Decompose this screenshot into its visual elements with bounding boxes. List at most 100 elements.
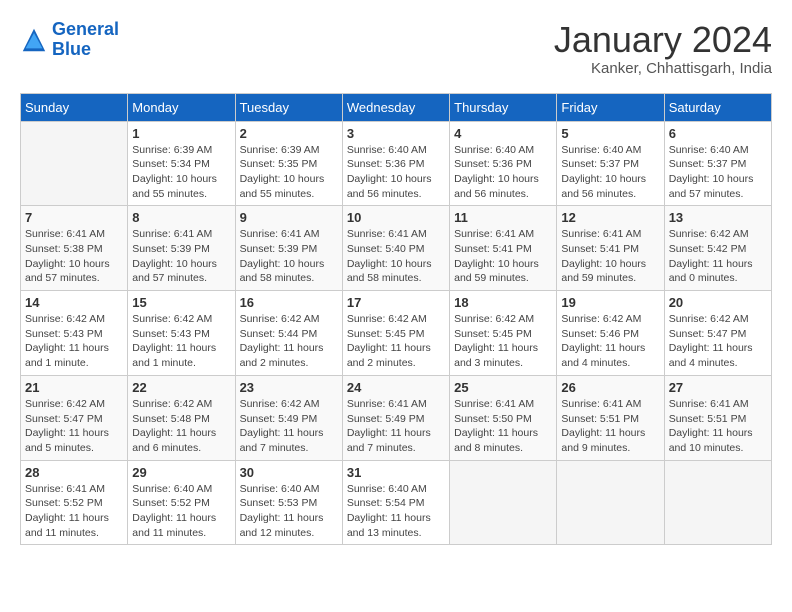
calendar-cell: 24Sunrise: 6:41 AMSunset: 5:49 PMDayligh… (342, 375, 449, 460)
day-info: Sunrise: 6:41 AMSunset: 5:49 PMDaylight:… (347, 397, 445, 456)
day-info: Sunrise: 6:40 AMSunset: 5:52 PMDaylight:… (132, 482, 230, 541)
day-number: 10 (347, 210, 445, 225)
calendar-cell: 19 Sunrise: 6:42 AMSunset: 5:46 PMDayligh… (557, 291, 664, 376)
location-subtitle: Kanker, Chhattisgarh, India (554, 60, 772, 77)
day-info: Sunrise: 6:40 AMSunset: 5:54 PMDaylight:… (347, 482, 445, 541)
header-wednesday: Wednesday (342, 93, 449, 121)
day-info: Sunrise: 6:41 AMSunset: 5:52 PMDaylight:… (25, 482, 123, 541)
calendar-cell: 22 Sunrise: 6:42 AMSunset: 5:48 PMDayligh… (128, 375, 235, 460)
day-info: Sunrise: 6:42 AMSunset: 5:44 PMDaylight:… (240, 312, 338, 371)
calendar-cell: 30Sunrise: 6:40 AMSunset: 5:53 PMDayligh… (235, 460, 342, 545)
day-info: Sunrise: 6:40 AMSunset: 5:36 PMDaylight:… (454, 143, 552, 202)
day-number: 17 (347, 295, 445, 310)
calendar-week-3: 14 Sunrise: 6:42 AMSunset: 5:43 PMDayligh… (21, 291, 772, 376)
day-number: 19 (561, 295, 659, 310)
page-header: General Blue January 2024 Kanker, Chhatt… (20, 20, 772, 77)
day-info: Sunrise: 6:42 AMSunset: 5:46 PMDaylight:… (561, 312, 659, 371)
calendar-cell: 1 Sunrise: 6:39 AMSunset: 5:34 PMDaylight… (128, 121, 235, 206)
calendar-cell: 10 Sunrise: 6:41 AMSunset: 5:40 PMDayligh… (342, 206, 449, 291)
calendar-cell: 27Sunrise: 6:41 AMSunset: 5:51 PMDayligh… (664, 375, 771, 460)
logo-line1: General (52, 19, 119, 39)
day-number: 12 (561, 210, 659, 225)
title-block: January 2024 Kanker, Chhattisgarh, India (554, 20, 772, 77)
calendar-week-5: 28 Sunrise: 6:41 AMSunset: 5:52 PMDayligh… (21, 460, 772, 545)
day-number: 5 (561, 126, 659, 141)
calendar-cell: 12 Sunrise: 6:41 AMSunset: 5:41 PMDayligh… (557, 206, 664, 291)
day-info: Sunrise: 6:41 AMSunset: 5:51 PMDaylight:… (561, 397, 659, 456)
day-number: 21 (25, 380, 123, 395)
calendar-cell: 3 Sunrise: 6:40 AMSunset: 5:36 PMDaylight… (342, 121, 449, 206)
calendar-cell: 25Sunrise: 6:41 AMSunset: 5:50 PMDayligh… (450, 375, 557, 460)
header-monday: Monday (128, 93, 235, 121)
day-number: 14 (25, 295, 123, 310)
calendar-cell: 11 Sunrise: 6:41 AMSunset: 5:41 PMDayligh… (450, 206, 557, 291)
day-number: 6 (669, 126, 767, 141)
day-info: Sunrise: 6:42 AMSunset: 5:45 PMDaylight:… (347, 312, 445, 371)
calendar-cell: 9 Sunrise: 6:41 AMSunset: 5:39 PMDaylight… (235, 206, 342, 291)
calendar-cell: 8 Sunrise: 6:41 AMSunset: 5:39 PMDaylight… (128, 206, 235, 291)
calendar-week-1: 1 Sunrise: 6:39 AMSunset: 5:34 PMDaylight… (21, 121, 772, 206)
calendar-cell (557, 460, 664, 545)
day-info: Sunrise: 6:42 AMSunset: 5:43 PMDaylight:… (25, 312, 123, 371)
header-friday: Friday (557, 93, 664, 121)
day-number: 11 (454, 210, 552, 225)
day-info: Sunrise: 6:40 AMSunset: 5:36 PMDaylight:… (347, 143, 445, 202)
day-number: 26 (561, 380, 659, 395)
calendar-cell: 13Sunrise: 6:42 AMSunset: 5:42 PMDayligh… (664, 206, 771, 291)
calendar-cell: 28 Sunrise: 6:41 AMSunset: 5:52 PMDayligh… (21, 460, 128, 545)
day-number: 8 (132, 210, 230, 225)
header-thursday: Thursday (450, 93, 557, 121)
day-info: Sunrise: 6:42 AMSunset: 5:49 PMDaylight:… (240, 397, 338, 456)
day-number: 9 (240, 210, 338, 225)
calendar-cell (450, 460, 557, 545)
day-number: 1 (132, 126, 230, 141)
day-number: 2 (240, 126, 338, 141)
logo-icon (20, 26, 48, 54)
day-info: Sunrise: 6:41 AMSunset: 5:40 PMDaylight:… (347, 227, 445, 286)
day-number: 29 (132, 465, 230, 480)
calendar-cell: 26 Sunrise: 6:41 AMSunset: 5:51 PMDayligh… (557, 375, 664, 460)
logo-line2: Blue (52, 39, 91, 59)
calendar-cell: 2Sunrise: 6:39 AMSunset: 5:35 PMDaylight… (235, 121, 342, 206)
header-tuesday: Tuesday (235, 93, 342, 121)
day-info: Sunrise: 6:41 AMSunset: 5:41 PMDaylight:… (454, 227, 552, 286)
day-number: 25 (454, 380, 552, 395)
day-info: Sunrise: 6:42 AMSunset: 5:48 PMDaylight:… (132, 397, 230, 456)
calendar-cell: 16 Sunrise: 6:42 AMSunset: 5:44 PMDayligh… (235, 291, 342, 376)
calendar-cell (21, 121, 128, 206)
calendar-week-2: 7Sunrise: 6:41 AMSunset: 5:38 PMDaylight… (21, 206, 772, 291)
day-info: Sunrise: 6:41 AMSunset: 5:39 PMDaylight:… (132, 227, 230, 286)
day-info: Sunrise: 6:39 AMSunset: 5:34 PMDaylight:… (132, 143, 230, 202)
day-info: Sunrise: 6:41 AMSunset: 5:38 PMDaylight:… (25, 227, 123, 286)
calendar-cell: 15 Sunrise: 6:42 AMSunset: 5:43 PMDayligh… (128, 291, 235, 376)
calendar-week-4: 21Sunrise: 6:42 AMSunset: 5:47 PMDayligh… (21, 375, 772, 460)
day-number: 30 (240, 465, 338, 480)
day-number: 16 (240, 295, 338, 310)
day-info: Sunrise: 6:41 AMSunset: 5:39 PMDaylight:… (240, 227, 338, 286)
calendar-cell: 14 Sunrise: 6:42 AMSunset: 5:43 PMDayligh… (21, 291, 128, 376)
calendar-cell: 7Sunrise: 6:41 AMSunset: 5:38 PMDaylight… (21, 206, 128, 291)
calendar-cell: 20Sunrise: 6:42 AMSunset: 5:47 PMDayligh… (664, 291, 771, 376)
day-info: Sunrise: 6:42 AMSunset: 5:45 PMDaylight:… (454, 312, 552, 371)
day-number: 23 (240, 380, 338, 395)
day-number: 3 (347, 126, 445, 141)
day-number: 27 (669, 380, 767, 395)
day-info: Sunrise: 6:42 AMSunset: 5:43 PMDaylight:… (132, 312, 230, 371)
calendar-cell: 31Sunrise: 6:40 AMSunset: 5:54 PMDayligh… (342, 460, 449, 545)
header-saturday: Saturday (664, 93, 771, 121)
calendar-cell: 4 Sunrise: 6:40 AMSunset: 5:36 PMDaylight… (450, 121, 557, 206)
calendar-cell: 17 Sunrise: 6:42 AMSunset: 5:45 PMDayligh… (342, 291, 449, 376)
day-info: Sunrise: 6:41 AMSunset: 5:41 PMDaylight:… (561, 227, 659, 286)
day-info: Sunrise: 6:40 AMSunset: 5:37 PMDaylight:… (669, 143, 767, 202)
calendar-cell: 6 Sunrise: 6:40 AMSunset: 5:37 PMDaylight… (664, 121, 771, 206)
header-sunday: Sunday (21, 93, 128, 121)
calendar-cell: 21Sunrise: 6:42 AMSunset: 5:47 PMDayligh… (21, 375, 128, 460)
calendar-table: SundayMondayTuesdayWednesdayThursdayFrid… (20, 93, 772, 546)
day-number: 13 (669, 210, 767, 225)
day-number: 20 (669, 295, 767, 310)
calendar-cell (664, 460, 771, 545)
day-number: 28 (25, 465, 123, 480)
day-number: 4 (454, 126, 552, 141)
day-number: 15 (132, 295, 230, 310)
day-number: 22 (132, 380, 230, 395)
